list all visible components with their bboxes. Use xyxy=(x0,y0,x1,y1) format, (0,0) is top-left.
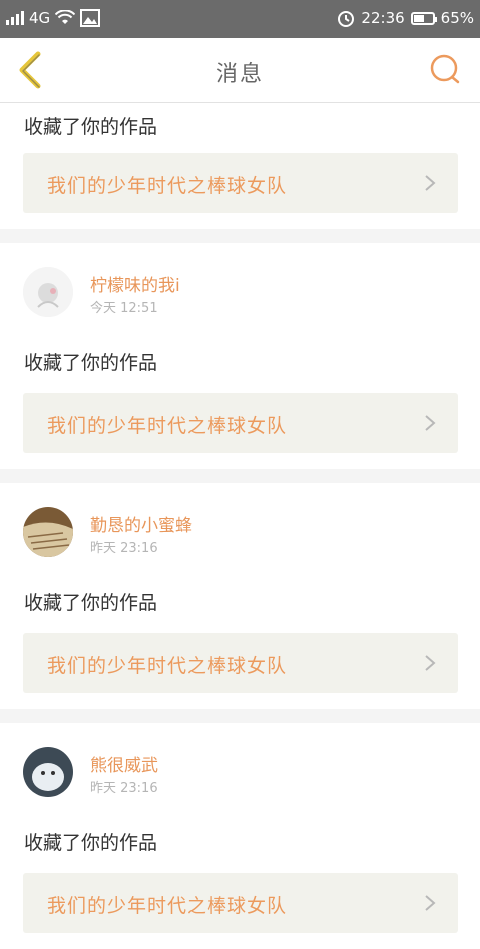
image-icon xyxy=(80,9,101,27)
battery-level xyxy=(413,14,425,22)
clock: 22:36 xyxy=(361,9,405,27)
network-type: 4G xyxy=(29,9,51,27)
work-link[interactable]: 我们的少年时代之棒球女队 xyxy=(23,873,458,933)
battery-percent: 65% xyxy=(440,9,474,27)
signal-icon xyxy=(6,11,24,25)
message-item: 柠檬味的我i 今天 12:51 收藏了你的作品 我们的少年时代之棒球女队 xyxy=(0,243,480,469)
chevron-right-icon xyxy=(425,895,436,911)
work-link[interactable]: 我们的少年时代之棒球女队 xyxy=(23,633,458,693)
message-item: 熊很威武 昨天 23:16 收藏了你的作品 我们的少年时代之棒球女队 xyxy=(0,723,480,949)
message-item: 收藏了你的作品 我们的少年时代之棒球女队 xyxy=(0,103,480,229)
message-action: 收藏了你的作品 xyxy=(24,116,158,138)
status-right: 22:36 65% xyxy=(337,9,474,27)
username[interactable]: 勤恳的小蜜蜂 xyxy=(90,511,192,536)
work-link[interactable]: 我们的少年时代之棒球女队 xyxy=(23,153,458,213)
work-title: 我们的少年时代之棒球女队 xyxy=(47,415,288,437)
message-list: 收藏了你的作品 我们的少年时代之棒球女队 柠檬味的我i 今天 12:51 收藏了… xyxy=(0,103,480,949)
username[interactable]: 柠檬味的我i xyxy=(90,271,180,296)
message-action: 收藏了你的作品 xyxy=(24,352,158,374)
message-action: 收藏了你的作品 xyxy=(24,592,158,614)
battery-icon xyxy=(410,11,437,25)
app-header: 消息 xyxy=(0,38,480,103)
avatar-image xyxy=(23,507,73,557)
work-title: 我们的少年时代之棒球女队 xyxy=(47,895,288,917)
wifi-icon xyxy=(55,10,76,24)
status-left: 4G xyxy=(6,9,101,27)
avatar[interactable] xyxy=(23,507,73,557)
username[interactable]: 熊很威武 xyxy=(90,751,158,776)
timestamp: 昨天 23:16 xyxy=(90,541,158,556)
avatar-image xyxy=(23,747,73,797)
chevron-right-icon xyxy=(425,655,436,671)
timestamp: 今天 12:51 xyxy=(90,301,158,316)
avatar[interactable] xyxy=(23,267,73,317)
work-title: 我们的少年时代之棒球女队 xyxy=(47,175,288,197)
alarm-icon xyxy=(338,11,355,27)
work-title: 我们的少年时代之棒球女队 xyxy=(47,655,288,677)
avatar[interactable] xyxy=(23,747,73,797)
page-title: 消息 xyxy=(215,62,264,87)
avatar-image xyxy=(23,267,73,317)
work-link[interactable]: 我们的少年时代之棒球女队 xyxy=(23,393,458,453)
search-icon[interactable] xyxy=(428,52,462,86)
timestamp: 昨天 23:16 xyxy=(90,781,158,796)
chevron-right-icon xyxy=(425,175,436,191)
message-action: 收藏了你的作品 xyxy=(24,832,158,854)
chevron-right-icon xyxy=(425,415,436,431)
message-item: 勤恳的小蜜蜂 昨天 23:16 收藏了你的作品 我们的少年时代之棒球女队 xyxy=(0,483,480,709)
status-bar: 4G 22:36 65% xyxy=(0,0,480,38)
